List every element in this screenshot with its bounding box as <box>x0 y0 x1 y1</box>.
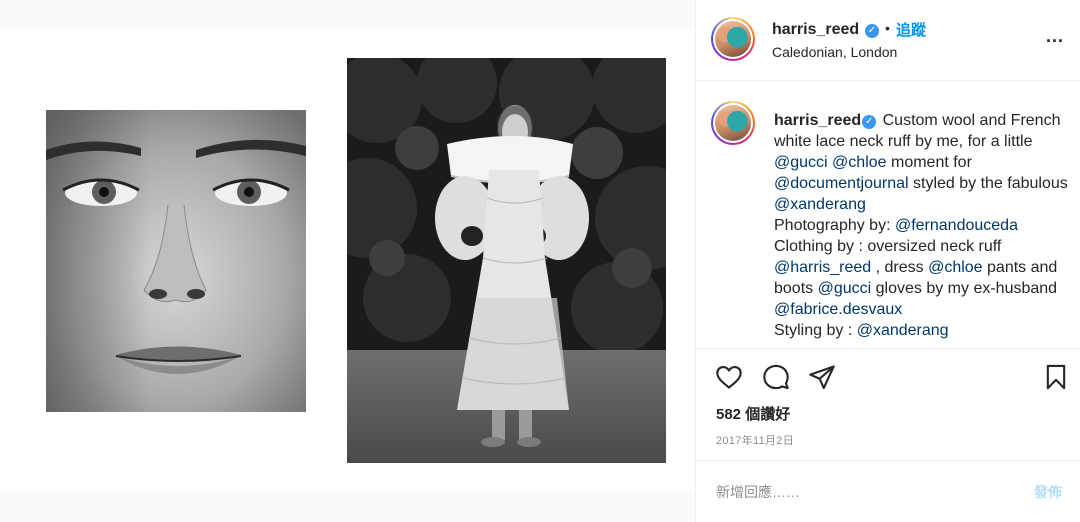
caption-section: harris_reed ✓ Custom wool and French whit… <box>696 80 1080 348</box>
dot-separator: • <box>885 20 890 36</box>
avatar[interactable] <box>711 17 755 61</box>
add-comment-bar: 發佈 <box>696 460 1080 522</box>
post-actions: 582 個讚好 2017年11月2日 <box>696 348 1080 460</box>
media-collage <box>0 29 695 491</box>
caption-fragment: Photography by: <box>774 217 895 234</box>
location-link[interactable]: Caledonian, London <box>772 44 897 60</box>
mention-link[interactable]: @gucci <box>818 280 872 297</box>
caption-fragment: Clothing by : oversized neck ruff <box>774 238 1002 255</box>
caption-text: harris_reed ✓ Custom wool and French whit… <box>774 110 1074 341</box>
verified-badge-icon: ✓ <box>862 115 877 129</box>
post-header: harris_reed ✓ • 追蹤 Caledonian, London ..… <box>696 0 1080 80</box>
more-options-icon[interactable]: ... <box>1046 27 1068 48</box>
mention-link[interactable]: @documentjournal <box>774 175 909 192</box>
caption-username[interactable]: harris_reed <box>774 112 861 129</box>
mention-link[interactable]: @xanderang <box>774 196 866 213</box>
instagram-post-view: harris_reed ✓ • 追蹤 Caledonian, London ..… <box>0 0 1080 522</box>
paper-plane-icon[interactable] <box>808 363 836 391</box>
heart-icon[interactable] <box>715 363 743 391</box>
mention-link[interactable]: @chloe <box>928 259 983 276</box>
bookmark-icon[interactable] <box>1042 363 1070 391</box>
caption-fragment: styled by the fabulous <box>908 175 1068 192</box>
mention-link[interactable]: @fernandouceda <box>895 217 1018 234</box>
mention-link[interactable]: @chloe <box>832 154 887 171</box>
mention-link[interactable]: @fabrice.desvaux <box>774 301 902 318</box>
post-date[interactable]: 2017年11月2日 <box>716 432 794 448</box>
post-side-panel: harris_reed ✓ • 追蹤 Caledonian, London ..… <box>695 0 1080 522</box>
follow-button[interactable]: 追蹤 <box>896 19 926 40</box>
header-username[interactable]: harris_reed <box>772 21 859 39</box>
avatar-image <box>715 21 751 57</box>
caption-avatar[interactable] <box>711 101 755 145</box>
caption-fragment: moment for <box>886 154 972 171</box>
mention-link[interactable]: @gucci <box>774 154 828 171</box>
post-comment-button[interactable]: 發佈 <box>1034 482 1062 502</box>
caption-fragment: Styling by : <box>774 322 857 339</box>
comment-bubble-icon[interactable] <box>762 363 790 391</box>
face-closeup-photo <box>46 110 306 412</box>
likes-count[interactable]: 582 個讚好 <box>716 403 790 424</box>
dress-fullbody-photo <box>347 58 666 463</box>
caption-fragment: , dress <box>871 259 929 276</box>
caption-body: Custom wool and French white lace neck r… <box>774 112 1068 339</box>
avatar-image <box>715 105 751 141</box>
mention-link[interactable]: @xanderang <box>857 322 949 339</box>
caption-fragment: gloves by my ex-husband <box>871 280 1058 297</box>
mention-link[interactable]: @harris_reed <box>774 259 871 276</box>
post-media[interactable] <box>0 0 695 522</box>
comment-input[interactable] <box>716 481 1006 503</box>
verified-badge-icon: ✓ <box>865 24 879 38</box>
